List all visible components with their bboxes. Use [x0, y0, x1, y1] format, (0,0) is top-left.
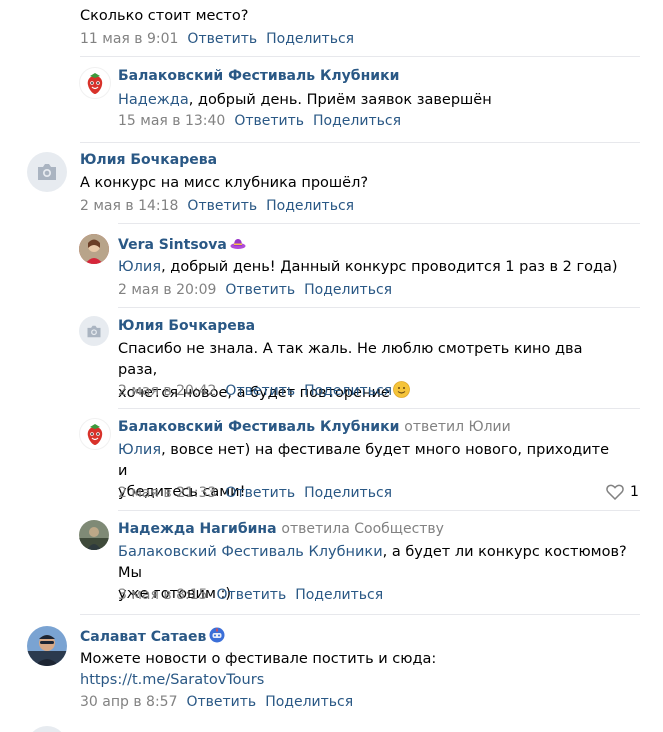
- mention-link[interactable]: Юлия: [118, 259, 161, 275]
- strawberry-logo-icon[interactable]: [79, 67, 111, 99]
- reply-button[interactable]: Ответить: [217, 587, 287, 603]
- comment-meta: 11 мая в 9:01 Ответить Поделиться: [80, 31, 354, 47]
- comment-meta: 15 мая в 13:40 Ответить Поделиться: [118, 113, 401, 129]
- like-button[interactable]: 1: [606, 484, 639, 500]
- share-button[interactable]: Поделиться: [313, 113, 401, 129]
- external-link[interactable]: https://t.me/SaratovTours: [80, 670, 436, 691]
- user-avatar[interactable]: [79, 234, 109, 264]
- comment-date[interactable]: 2 мая в 20:09: [118, 282, 216, 298]
- share-button[interactable]: Поделиться: [304, 282, 392, 298]
- separator: [118, 510, 640, 511]
- share-button[interactable]: Поделиться: [265, 694, 353, 710]
- heart-icon: [606, 484, 624, 500]
- comment-author[interactable]: Салават Сатаев: [80, 627, 225, 647]
- share-button[interactable]: Поделиться: [304, 485, 392, 501]
- comment-text: А конкурс на мисс клубника прошёл?: [80, 175, 369, 191]
- comment-meta: 2 мая в 21:33 Ответить Поделиться: [118, 485, 392, 501]
- comment-author[interactable]: Балаковский Фестиваль Клубники: [118, 68, 399, 84]
- comment-text: Сколько стоит место?: [80, 8, 249, 24]
- like-count: 1: [630, 484, 639, 500]
- comment-date[interactable]: 15 мая в 13:40: [118, 113, 225, 129]
- comment-author[interactable]: Юлия Бочкарева: [118, 318, 255, 334]
- comment-date[interactable]: 30 апр в 8:57: [80, 694, 177, 710]
- comment-meta: 2 мая в 14:18 Ответить Поделиться: [80, 198, 354, 214]
- share-button[interactable]: Поделиться: [295, 587, 383, 603]
- camera-icon[interactable]: [27, 152, 67, 192]
- comment-date[interactable]: 2 мая в 21:33: [118, 485, 216, 501]
- comment-text: Юлия, добрый день! Данный конкурс провод…: [118, 259, 618, 275]
- comment-author[interactable]: Надежда Нагибина ответила Сообществу: [118, 521, 444, 537]
- share-button[interactable]: Поделиться: [266, 198, 354, 214]
- camera-icon[interactable]: [79, 316, 109, 346]
- share-button[interactable]: Поделиться: [304, 383, 392, 399]
- comment-date[interactable]: 2 мая в 14:18: [80, 198, 178, 214]
- reply-button[interactable]: Ответить: [187, 198, 257, 214]
- next-comment-avatar[interactable]: [27, 726, 67, 732]
- separator: [80, 56, 640, 57]
- comment-author[interactable]: Юлия Бочкарева: [80, 152, 217, 168]
- reply-button[interactable]: Ответить: [225, 485, 295, 501]
- separator: [80, 614, 640, 615]
- replied-to-label[interactable]: ответил Юлии: [404, 419, 511, 435]
- comments-thread: Сколько стоит место? 11 мая в 9:01 Ответи…: [0, 0, 663, 732]
- reply-button[interactable]: Ответить: [187, 31, 257, 47]
- comment-date[interactable]: 11 мая в 9:01: [80, 31, 178, 47]
- user-avatar[interactable]: [79, 520, 109, 550]
- replied-to-label[interactable]: ответила Сообществу: [281, 521, 444, 537]
- comment-author[interactable]: Vera Sintsova: [118, 236, 246, 254]
- strawberry-logo-icon[interactable]: [79, 418, 111, 450]
- comment-author[interactable]: Балаковский Фестиваль Клубники ответил Ю…: [118, 419, 511, 435]
- separator: [118, 307, 640, 308]
- reply-button[interactable]: Ответить: [186, 694, 256, 710]
- separator: [118, 223, 640, 224]
- mention-link[interactable]: Надежда: [118, 92, 189, 108]
- share-button[interactable]: Поделиться: [266, 31, 354, 47]
- reply-button[interactable]: Ответить: [225, 282, 295, 298]
- comment-text: Можете новости о фестивале постить и сюд…: [80, 649, 436, 691]
- comment-meta: 2 мая в 20:09 Ответить Поделиться: [118, 282, 392, 298]
- comment-meta: 3 мая в 8:15 Ответить Поделиться: [118, 587, 383, 603]
- reply-button[interactable]: Ответить: [234, 113, 304, 129]
- user-avatar[interactable]: [27, 626, 67, 666]
- separator: [80, 142, 640, 143]
- comment-date[interactable]: 3 мая в 8:15: [118, 587, 208, 603]
- comment-meta: 30 апр в 8:57 Ответить Поделиться: [80, 694, 353, 710]
- smile-emoji-icon: [392, 381, 410, 405]
- mention-link[interactable]: Юлия: [118, 442, 161, 458]
- comment-date[interactable]: 2 мая в 20:42: [118, 383, 216, 399]
- separator: [118, 408, 640, 409]
- hat-emoji-icon: [230, 236, 246, 254]
- robot-emoji-icon: [209, 627, 225, 647]
- comment-text: Надежда, добрый день. Приём заявок завер…: [118, 92, 492, 108]
- mention-link[interactable]: Балаковский Фестиваль Клубники: [118, 544, 383, 560]
- reply-button[interactable]: Ответить: [225, 383, 295, 399]
- comment-meta: 2 мая в 20:42 Ответить Поделиться: [118, 383, 392, 399]
